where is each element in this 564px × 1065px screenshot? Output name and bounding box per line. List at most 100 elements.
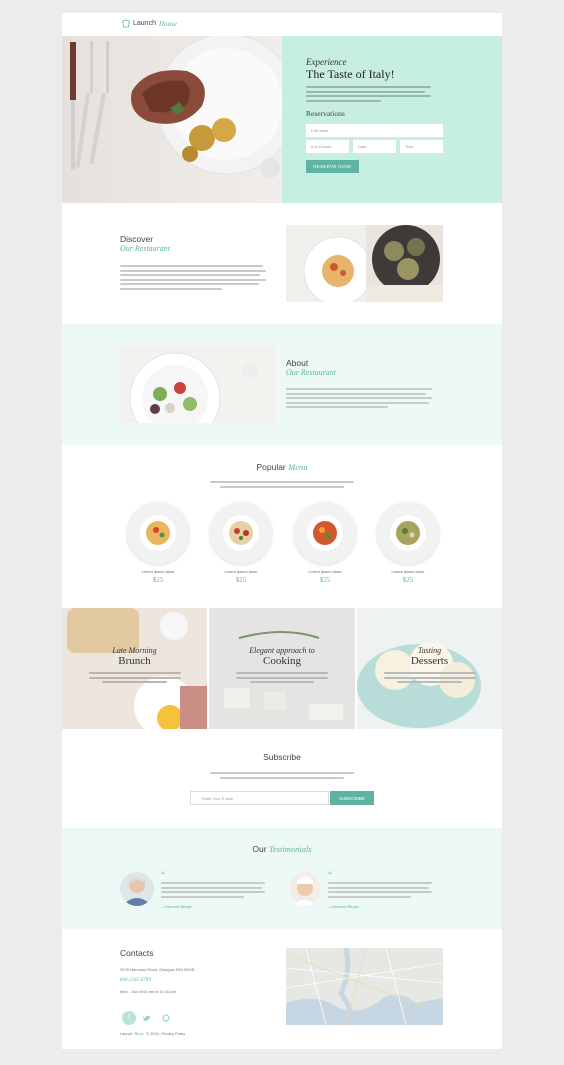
about-heading: About Our Restaurant [286, 358, 336, 377]
hero-description [306, 86, 431, 104]
logo-text-b: House [158, 19, 177, 28]
facebook-icon[interactable]: f [122, 1011, 136, 1025]
discover-section: Discover Our Restaurant [62, 203, 502, 324]
time-placeholder: Time [405, 144, 414, 149]
contact-hours: Mon - Sun 8:00 am to 11:00 pm [120, 989, 176, 994]
testimonials-title: Our [252, 844, 267, 854]
brunch-caption: Late Morning Brunch [62, 646, 207, 686]
quote-icon: “ [161, 870, 165, 880]
full-name-placeholder: Full name [311, 128, 329, 133]
menu-title: Popular [256, 462, 286, 472]
dish-plate [210, 502, 272, 564]
pasta-photo [286, 225, 366, 302]
avatar [290, 872, 320, 906]
footer-brand-b: House [134, 1032, 145, 1036]
hero-steak-photo [62, 36, 282, 203]
menu-dish[interactable]: Lorem ipsum dolor $25 [209, 502, 273, 584]
desserts-text [383, 672, 476, 683]
menu-intro [210, 481, 354, 490]
reserve-now-button[interactable]: RESERVE NOW! [306, 160, 359, 173]
popular-menu-section: Popular Menu Lorem ipsum dolor $25 Lorem… [62, 445, 502, 608]
time-input[interactable]: Time [400, 140, 443, 153]
dish-plate [294, 502, 356, 564]
guests-placeholder: # of Guests [311, 144, 332, 149]
quote-icon: “ [328, 870, 332, 880]
discover-subtitle: Our Restaurant [120, 244, 170, 253]
subscribe-title: Subscribe [263, 752, 301, 762]
hero-reservation-panel: Experience The Taste of Italy! Reservati… [282, 36, 502, 203]
cooking-pre: Elegant approach to [249, 646, 315, 655]
avatar [120, 872, 154, 906]
guests-select[interactable]: # of Guests [306, 140, 349, 153]
testimonials-heading: Our Testimonials [62, 844, 502, 854]
dish-price: $25 [402, 576, 414, 584]
dish-price: $25 [319, 576, 331, 584]
dish-name: Lorem ipsum dolor [308, 569, 342, 574]
footer-rest[interactable]: © 2015 | Privacy Policy [146, 1032, 185, 1036]
artichoke-photo [366, 225, 443, 302]
date-placeholder: Date [358, 144, 367, 149]
testimonial-quote: “ – Edmond Bergin [161, 869, 265, 909]
desserts-pre: Tasting [417, 646, 442, 655]
contacts-section: Contacts 3578 Harmony Road, Glasgow D04 … [62, 929, 502, 1049]
menu-dish[interactable]: Lorem ipsum dolor $25 [126, 502, 190, 584]
cooking-text [236, 672, 328, 683]
subscribe-button[interactable]: SUBSCRIBE [330, 791, 374, 805]
menu-dish[interactable]: Lorem ipsum dolor $25 [376, 502, 440, 584]
desserts-caption: Tasting Desserts [357, 646, 502, 686]
logo-text-a: Launch [133, 20, 156, 27]
desserts-panel[interactable]: Tasting Desserts [357, 608, 502, 729]
discover-heading: Discover Our Restaurant [120, 234, 170, 253]
brunch-panel[interactable]: Late Morning Brunch [62, 608, 207, 729]
about-title: About [286, 358, 309, 368]
menu-heading: Popular Menu [62, 462, 502, 472]
testimonials-section: Our Testimonials “ – Edmond Bergin “ – E… [62, 828, 502, 929]
dish-price: $25 [235, 576, 247, 584]
hero-title: The Taste of Italy! [306, 67, 395, 81]
testimonials-title-accent: Testimonials [268, 844, 312, 854]
dish-plate [377, 502, 439, 564]
about-text [286, 388, 432, 411]
menu-title-accent: Menu [288, 462, 308, 472]
footer-copyright: Launch House © 2015 | Privacy Policy [120, 1032, 185, 1036]
testimonial-author: – Edmond Bergin [161, 903, 192, 909]
reservations-label: Reservations [306, 109, 345, 118]
chef-hat-icon [122, 19, 130, 28]
email-placeholder: Enter Your E-mail [202, 795, 234, 801]
discover-title: Discover [120, 234, 154, 244]
twitter-icon[interactable] [140, 1011, 154, 1025]
logo[interactable]: Launch House [122, 19, 177, 28]
contact-address: 3578 Harmony Road, Glasgow D04 89GB [120, 967, 195, 972]
contact-phone[interactable]: 800-2345-6789 [120, 978, 151, 983]
dish-name: Lorem ipsum dolor [224, 569, 258, 574]
cooking-panel[interactable]: Elegant approach to Cooking [209, 608, 355, 729]
dish-name: Lorem ipsum dolor [141, 569, 175, 574]
hero-pre-title: Experience [306, 57, 347, 67]
brunch-pre: Late Morning [112, 646, 157, 655]
footer-brand-a: Launch [120, 1032, 133, 1036]
cooking-caption: Elegant approach to Cooking [209, 646, 355, 686]
email-input[interactable]: Enter Your E-mail [190, 791, 329, 805]
dish-plate [127, 502, 189, 564]
brunch-text [88, 672, 181, 683]
subscribe-section: Subscribe [62, 729, 502, 828]
menu-dish[interactable]: Lorem ipsum dolor $25 [293, 502, 357, 584]
cooking-title: Cooking [263, 655, 301, 667]
testimonial-quote: “ – Edmond Bergin [328, 869, 432, 909]
about-subtitle: Our Restaurant [286, 368, 336, 377]
dish-name: Lorem ipsum dolor [391, 569, 425, 574]
dish-price: $25 [152, 576, 164, 584]
contacts-title: Contacts [120, 948, 154, 958]
testimonial-author: – Edmond Bergin [328, 903, 359, 909]
hero-section: Experience The Taste of Italy! Reservati… [62, 36, 502, 203]
google-plus-icon[interactable] [159, 1011, 173, 1025]
subscribe-text [210, 772, 354, 781]
page: Launch House Experience The Taste of Ita… [62, 13, 502, 1049]
desserts-title: Desserts [410, 655, 449, 667]
full-name-input[interactable]: Full name [306, 124, 443, 137]
brunch-title: Brunch [118, 655, 151, 667]
discover-text [120, 265, 266, 292]
map[interactable] [286, 948, 443, 1025]
header: Launch House [62, 13, 502, 36]
date-input[interactable]: Date [353, 140, 396, 153]
